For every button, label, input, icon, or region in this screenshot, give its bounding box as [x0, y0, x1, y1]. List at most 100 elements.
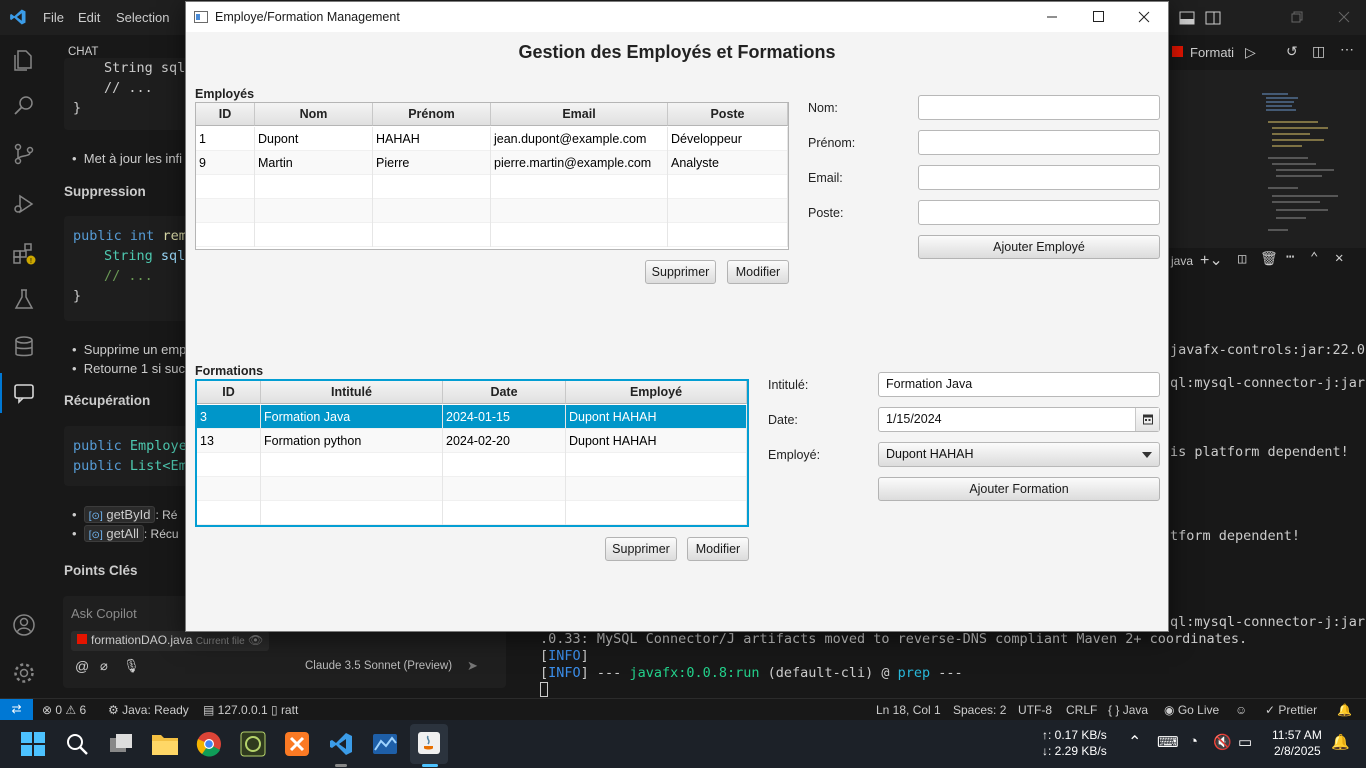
employes-col-header[interactable]: Email [491, 103, 668, 126]
table-row[interactable]: 3 Formation Java 2024-01-15 Dupont HAHAH [197, 405, 747, 429]
prenom-field[interactable] [918, 130, 1160, 155]
encoding[interactable]: UTF-8 [1018, 703, 1052, 717]
empty-row[interactable] [196, 199, 788, 223]
formations-col-header[interactable]: Intitulé [261, 381, 443, 404]
empty-row[interactable] [196, 175, 788, 199]
problems-count[interactable]: ⊗ 0 ⚠ 6 [42, 703, 86, 717]
add-formation-button[interactable]: Ajouter Formation [878, 477, 1160, 501]
java-status[interactable]: ⚙ Java: Ready [108, 703, 189, 717]
ask-copilot-input[interactable]: Ask Copilot [71, 606, 137, 621]
date-picker[interactable]: 1/15/2024 [878, 407, 1160, 432]
line-ending[interactable]: CRLF [1066, 703, 1097, 717]
close-button[interactable] [1121, 2, 1167, 32]
search-icon[interactable] [12, 93, 36, 117]
cursor-position[interactable]: Ln 18, Col 1 [876, 703, 941, 717]
send-icon[interactable]: ➤ [467, 658, 478, 674]
wifi-icon[interactable]: ◔ [1189, 733, 1198, 750]
language-mode[interactable]: { } Java [1108, 703, 1148, 717]
editor-tab-label[interactable]: Formati [1190, 45, 1234, 60]
clock-time[interactable]: 11:57 AM [1272, 728, 1322, 742]
run-debug-icon[interactable] [12, 192, 36, 216]
menu-edit[interactable]: Edit [78, 10, 100, 25]
minimize-button[interactable] [1029, 2, 1075, 32]
source-control-icon[interactable] [12, 142, 36, 166]
java-app-icon[interactable] [416, 730, 442, 756]
indentation[interactable]: Spaces: 2 [953, 703, 1006, 717]
app-green-icon[interactable] [240, 731, 266, 757]
taskbar-search-icon[interactable] [65, 732, 89, 756]
terminal-more-icon[interactable]: ⋯ [1286, 249, 1294, 265]
testing-icon[interactable] [12, 287, 36, 311]
attach-icon[interactable]: ⌀ [100, 658, 108, 674]
employes-edit-button[interactable]: Modifier [727, 260, 789, 284]
formations-delete-button[interactable]: Supprimer [605, 537, 677, 561]
empty-row[interactable] [197, 453, 747, 477]
run-icon[interactable]: ▷ [1245, 44, 1256, 61]
layout-secondary-sidebar-icon[interactable] [1205, 10, 1221, 26]
empty-row[interactable] [197, 477, 747, 501]
model-picker[interactable]: Claude 3.5 Sonnet (Preview) [305, 660, 452, 672]
xampp-icon[interactable] [284, 731, 310, 757]
restore-window-icon[interactable] [1290, 10, 1304, 24]
employe-select[interactable]: Dupont HAHAH [878, 442, 1160, 467]
file-explorer-icon[interactable] [151, 731, 179, 757]
formations-col-header[interactable]: Date [443, 381, 566, 404]
volume-mute-icon[interactable]: 🔇 [1213, 733, 1232, 751]
chat-icon[interactable] [12, 381, 36, 405]
empty-row[interactable] [196, 223, 788, 247]
settings-gear-icon[interactable] [12, 661, 36, 685]
menu-file[interactable]: File [43, 10, 64, 25]
layout-panel-icon[interactable] [1179, 10, 1195, 26]
close-panel-icon[interactable]: ✕ [1335, 250, 1343, 266]
employes-col-header[interactable]: Nom [255, 103, 373, 126]
keyboard-icon[interactable]: ⌨ [1157, 733, 1179, 751]
calendar-icon[interactable] [1135, 408, 1159, 431]
add-employe-button[interactable]: Ajouter Employé [918, 235, 1160, 259]
maximize-panel-icon[interactable]: ⌃ [1310, 250, 1318, 266]
tray-chevron-icon[interactable]: ⌃ [1128, 732, 1141, 752]
split-terminal-icon[interactable]: ◫ [1238, 251, 1246, 267]
clock-date[interactable]: 2/8/2025 [1274, 744, 1321, 758]
app-chart-icon[interactable] [372, 731, 398, 757]
maximize-button[interactable] [1075, 2, 1121, 32]
extensions-icon[interactable]: ! [12, 241, 36, 265]
db-user[interactable]: ▯ ratt [271, 703, 298, 717]
copilot-icon[interactable]: ☺ [1235, 703, 1247, 717]
employes-table[interactable]: ID Nom Prénom Email Poste 1 Dupont HAHAH jean.du… [195, 102, 789, 250]
explorer-icon[interactable] [12, 48, 36, 72]
microphone-icon[interactable]: 🎙 [123, 658, 140, 674]
more-actions-icon[interactable]: ⋯ [1340, 41, 1354, 58]
menu-selection[interactable]: Selection [116, 10, 169, 25]
formations-edit-button[interactable]: Modifier [687, 537, 749, 561]
employes-col-header[interactable]: Prénom [373, 103, 491, 126]
split-editor-icon[interactable]: ◫ [1312, 43, 1325, 60]
close-vscode-icon[interactable] [1337, 10, 1351, 24]
formations-col-header[interactable]: Employé [566, 381, 747, 404]
remote-icon[interactable]: ⇄ [0, 699, 33, 720]
table-row[interactable]: 13 Formation python 2024-02-20 Dupont HAHAH [197, 429, 747, 453]
terminal-tab[interactable]: java [1171, 254, 1193, 268]
employes-col-header[interactable]: ID [196, 103, 255, 126]
account-icon[interactable] [12, 613, 36, 637]
windows-start-icon[interactable] [21, 732, 45, 756]
go-live[interactable]: ◉ Go Live [1164, 703, 1219, 717]
nom-field[interactable] [918, 95, 1160, 120]
poste-field[interactable] [918, 200, 1160, 225]
email-field[interactable] [918, 165, 1160, 190]
employes-col-header[interactable]: Poste [668, 103, 788, 126]
database-icon[interactable] [12, 335, 36, 359]
table-row[interactable]: 1 Dupont HAHAH jean.dupont@example.com Dével… [196, 127, 788, 151]
prettier[interactable]: ✓ Prettier [1265, 703, 1317, 717]
window-titlebar[interactable]: Employe/Formation Management [186, 2, 1168, 32]
chrome-icon[interactable] [196, 731, 222, 757]
notifications-icon[interactable]: 🔔 [1337, 703, 1352, 717]
history-icon[interactable]: ↺ [1286, 43, 1298, 60]
employes-delete-button[interactable]: Supprimer [645, 260, 716, 284]
formations-col-header[interactable]: ID [197, 381, 261, 404]
battery-icon[interactable]: ▭ [1238, 733, 1252, 751]
formations-table[interactable]: ID Intitulé Date Employé 3 Formation Java 2024… [195, 379, 749, 527]
task-view-icon[interactable] [108, 732, 134, 756]
vscode-taskbar-icon[interactable] [328, 731, 354, 757]
current-file-chip[interactable]: formationDAO.java Current file 👁 [71, 631, 270, 651]
notification-bell-icon[interactable]: 🔔 [1331, 733, 1350, 751]
